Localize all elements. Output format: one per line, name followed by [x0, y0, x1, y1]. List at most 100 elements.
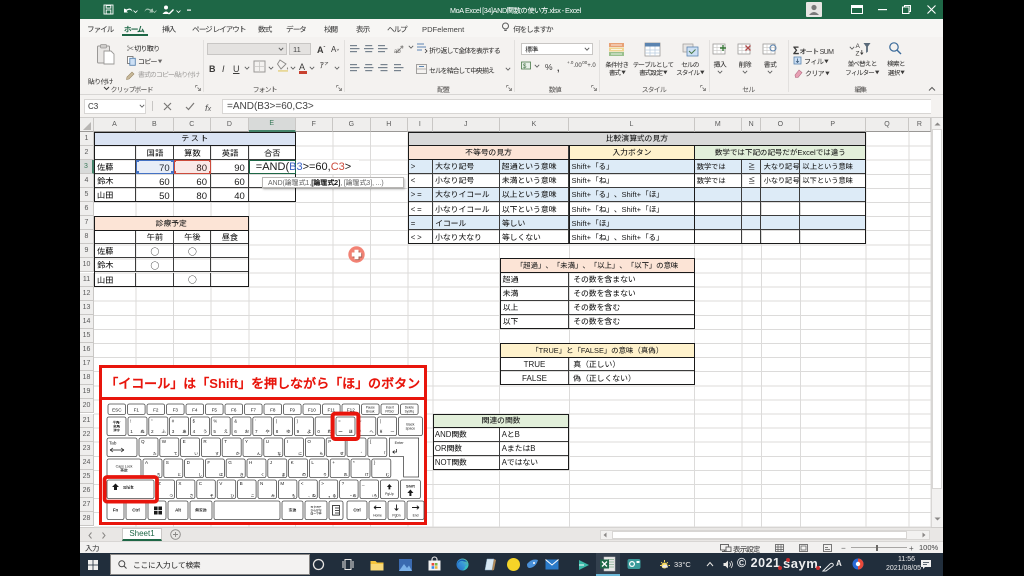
svg-text:P: P — [328, 439, 331, 445]
svg-text:か: か — [235, 451, 239, 457]
svg-text:や: や — [265, 429, 269, 435]
svg-text:た: た — [152, 451, 156, 457]
svg-text:、ね: 、ね — [308, 493, 317, 499]
svg-text:無変換: 無変換 — [194, 508, 207, 514]
svg-text:0: 0 — [317, 429, 320, 435]
svg-text:漢字: 漢字 — [113, 428, 120, 433]
svg-text:F9: F9 — [289, 407, 295, 413]
svg-text:F5: F5 — [211, 407, 217, 413]
svg-text:は: は — [219, 472, 223, 478]
svg-text:む: む — [385, 473, 389, 478]
svg-text:N: N — [260, 481, 263, 487]
svg-text:6: 6 — [234, 429, 237, 435]
svg-text:M: M — [280, 481, 284, 487]
svg-text:ー: ー — [390, 429, 394, 435]
svg-text:2: 2 — [151, 429, 154, 435]
svg-text:「: 「 — [381, 451, 385, 457]
svg-text:い: い — [194, 451, 198, 457]
svg-text:F8: F8 — [270, 407, 276, 413]
svg-text:¥: ¥ — [379, 429, 382, 435]
svg-text:PgUp: PgUp — [385, 491, 394, 496]
svg-text:ab: ab — [394, 49, 401, 55]
svg-text:I: I — [286, 439, 287, 445]
svg-text:ま: ま — [281, 473, 285, 478]
svg-text:Ctrl: Ctrl — [132, 508, 140, 514]
svg-text:Fn: Fn — [112, 508, 118, 514]
svg-text:!: ! — [130, 419, 131, 425]
svg-text:%: % — [213, 419, 217, 425]
svg-text:J: J — [269, 460, 271, 466]
svg-text:F3: F3 — [172, 407, 178, 413]
svg-text:も: も — [291, 493, 295, 499]
svg-text:ゆ: ゆ — [286, 429, 290, 435]
svg-text:&: & — [234, 419, 237, 425]
svg-text:X: X — [178, 481, 181, 487]
svg-text:G: G — [228, 460, 232, 466]
svg-text:F4: F4 — [192, 407, 198, 413]
svg-text:ローマ字: ローマ字 — [310, 512, 321, 516]
svg-text:え: え — [223, 429, 227, 435]
svg-text:ら: ら — [319, 451, 323, 457]
svg-text:End: End — [412, 513, 418, 518]
svg-text:つ: つ — [169, 494, 173, 499]
svg-text:H: H — [249, 460, 252, 466]
svg-text:S: S — [165, 460, 168, 466]
svg-text:ー: ー — [338, 429, 343, 435]
svg-text:F6: F6 — [231, 407, 237, 413]
svg-text:あ: あ — [182, 429, 186, 435]
svg-text:F10: F10 — [307, 407, 315, 413]
svg-text:Y: Y — [245, 439, 248, 445]
svg-text:こ: こ — [250, 494, 254, 499]
svg-text:*: * — [353, 460, 355, 466]
svg-text:\ろ: \ろ — [372, 493, 377, 499]
svg-text:7: 7 — [255, 429, 258, 435]
svg-text:ひ: ひ — [230, 493, 234, 499]
svg-text:し: し — [198, 473, 202, 478]
svg-text:9: 9 — [296, 429, 299, 435]
svg-text:英数: 英数 — [119, 468, 128, 474]
svg-text:て: て — [173, 452, 177, 457]
svg-text:<: < — [300, 481, 303, 487]
svg-text:Alt: Alt — [175, 508, 181, 514]
svg-text:F: F — [207, 460, 210, 466]
svg-text:E: E — [182, 439, 185, 445]
svg-text:8: 8 — [275, 429, 278, 435]
svg-text:へ: へ — [369, 429, 373, 435]
svg-text:Break: Break — [366, 408, 375, 413]
svg-text:_: _ — [361, 481, 365, 487]
svg-text:5: 5 — [213, 429, 216, 435]
svg-text:Shift: Shift — [123, 484, 134, 491]
svg-text:B: B — [239, 481, 242, 487]
svg-text:F7: F7 — [250, 407, 256, 413]
svg-text:SysRq: SysRq — [404, 408, 414, 413]
svg-text:の: の — [302, 472, 306, 478]
svg-text:に: に — [298, 451, 302, 457]
svg-text:space: space — [405, 427, 415, 432]
svg-text:PrtScr: PrtScr — [385, 408, 395, 413]
svg-text:|: | — [379, 419, 380, 425]
svg-text:Enter: Enter — [394, 441, 404, 446]
svg-text:Q: Q — [141, 439, 145, 445]
svg-text:4: 4 — [192, 429, 195, 435]
svg-text:?: ? — [341, 481, 344, 487]
svg-text:+: + — [332, 460, 335, 466]
svg-text:・め: ・め — [349, 493, 357, 499]
svg-text:Home: Home — [373, 513, 382, 518]
svg-text:と: と — [177, 472, 181, 478]
svg-text:そ: そ — [210, 494, 214, 499]
svg-text:Ctrl: Ctrl — [353, 508, 360, 514]
svg-text:F2: F2 — [153, 407, 159, 413]
svg-text:Tab: Tab — [109, 441, 117, 447]
svg-text:変換: 変換 — [287, 508, 296, 514]
svg-text:な: な — [277, 451, 281, 457]
svg-text:け: け — [364, 473, 368, 478]
svg-text:り: り — [323, 473, 327, 478]
svg-text:く: く — [260, 472, 264, 478]
svg-text:き: き — [239, 472, 243, 478]
svg-text:ふ: ふ — [160, 429, 166, 435]
svg-text:W: W — [161, 439, 166, 445]
svg-text:う: う — [202, 429, 206, 435]
svg-text:す: す — [215, 451, 219, 457]
svg-text:ほ: ほ — [348, 429, 352, 435]
svg-text:゛: ゛ — [360, 451, 364, 457]
